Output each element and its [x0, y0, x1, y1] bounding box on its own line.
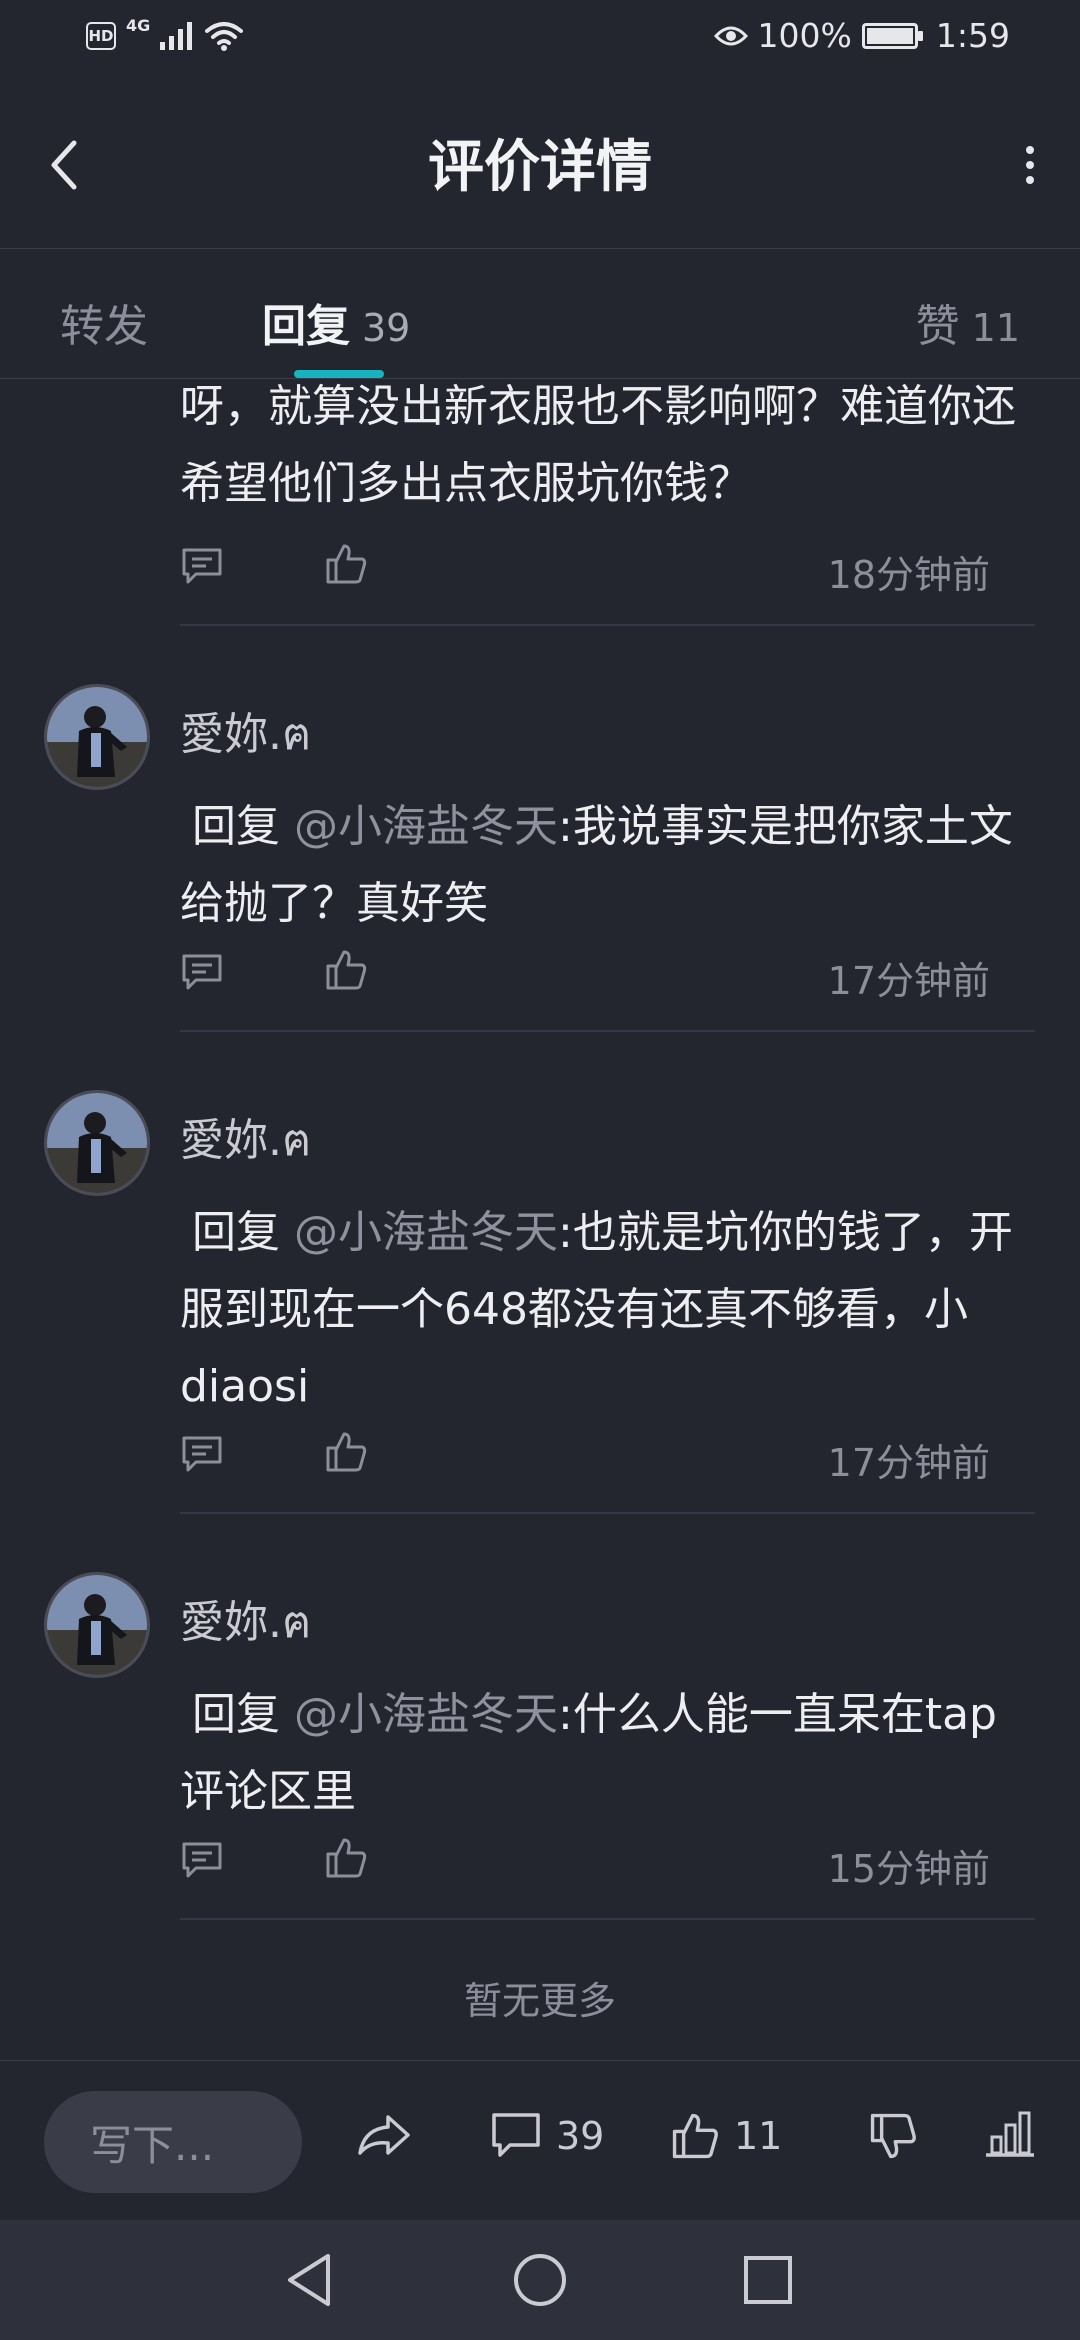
- like-count: 11: [734, 2114, 783, 2158]
- reply-prefix: 回复: [192, 1207, 280, 1258]
- reply-list[interactable]: 呀，就算没出新衣服也不影响啊？难道你还希望他们多出点衣服坑你钱？ 18分钟前 愛…: [0, 378, 1080, 2058]
- comment-icon: [492, 2113, 540, 2157]
- write-reply-input[interactable]: 写下...: [44, 2091, 302, 2193]
- status-right: 100% 1:59: [713, 16, 1010, 55]
- reply-text: 回复 @小海盐冬天:我说事实是把你家土文给抛了？真好笑: [180, 788, 1040, 942]
- stats-button[interactable]: [984, 2111, 1036, 2157]
- reply-text: 呀，就算没出新衣服也不影响啊？难道你还希望他们多出点衣服坑你钱？: [180, 381, 1016, 509]
- clock: 1:59: [935, 16, 1010, 55]
- mention-link[interactable]: @小海盐冬天: [294, 1207, 558, 1258]
- avatar-image: [47, 687, 147, 787]
- reply-time: 17分钟前: [827, 1441, 990, 1485]
- nav-back-icon[interactable]: [284, 2250, 334, 2310]
- network-type: 4G: [126, 16, 151, 35]
- thumb-down-icon: [870, 2113, 916, 2159]
- status-bar: HD 4G 100% 1:59: [0, 0, 1080, 80]
- reply-text: 回复 @小海盐冬天:什么人能一直呆在tap评论区里: [180, 1676, 1040, 1830]
- avatar-image: [47, 1575, 147, 1675]
- dislike-button[interactable]: [868, 2111, 918, 2161]
- mention-link[interactable]: @小海盐冬天: [294, 1689, 558, 1740]
- reply-prefix: 回复: [192, 1689, 280, 1740]
- avatar[interactable]: [44, 684, 150, 790]
- reply-actions: 17分钟前: [180, 1430, 990, 1485]
- hd-badge: HD: [86, 22, 116, 50]
- tab-forward[interactable]: 转发: [60, 290, 148, 354]
- wifi-icon: [205, 22, 244, 51]
- comment-icon[interactable]: [180, 952, 224, 992]
- thumb-up-icon[interactable]: [324, 542, 368, 586]
- tab-like[interactable]: 赞 11: [916, 290, 1020, 354]
- thumb-up-icon[interactable]: [324, 1836, 368, 1880]
- like-count-button[interactable]: 11: [670, 2111, 782, 2161]
- thumb-up-icon: [672, 2113, 718, 2159]
- signal-icon: [160, 22, 193, 50]
- reply-actions: 15分钟前: [180, 1836, 990, 1891]
- divider: [180, 1512, 1035, 1514]
- thumb-up-icon[interactable]: [324, 1430, 368, 1474]
- tab-like-count: 11: [971, 306, 1020, 350]
- comment-icon[interactable]: [180, 546, 224, 586]
- page-title: 评价详情: [428, 135, 652, 200]
- avatar-image: [47, 1093, 147, 1193]
- reply-time: 17分钟前: [827, 959, 990, 1003]
- reply-actions: 18分钟前: [180, 542, 990, 597]
- reply-time: 15分钟前: [827, 1847, 990, 1891]
- avatar[interactable]: [44, 1572, 150, 1678]
- divider: [180, 1030, 1035, 1032]
- comment-icon[interactable]: [180, 1840, 224, 1880]
- username[interactable]: 愛妳.ฅ: [180, 698, 311, 769]
- divider: [180, 1918, 1035, 1920]
- reply-time: 18分钟前: [827, 553, 990, 597]
- status-left: HD 4G: [86, 16, 244, 52]
- tab-reply[interactable]: 回复 39: [262, 290, 410, 354]
- battery-icon: [861, 22, 923, 49]
- comment-count: 39: [556, 2114, 605, 2158]
- nav-home-icon[interactable]: [512, 2250, 568, 2310]
- share-icon: [358, 2115, 410, 2155]
- reply-text: 回复 @小海盐冬天:也就是坑你的钱了，开服到现在一个648都没有还真不够看，小d…: [180, 1194, 1040, 1425]
- battery-percent: 100%: [757, 16, 852, 55]
- nav-recents-icon[interactable]: [742, 2250, 794, 2310]
- comment-count-button[interactable]: 39: [490, 2111, 604, 2161]
- thumb-up-icon[interactable]: [324, 948, 368, 992]
- bottom-action-bar: 写下... 39 11: [0, 2060, 1080, 2221]
- system-nav-bar: [0, 2220, 1080, 2340]
- stats-icon: [986, 2111, 1034, 2157]
- comment-icon[interactable]: [180, 1434, 224, 1474]
- divider: [180, 624, 1035, 626]
- mention-link[interactable]: @小海盐冬天: [294, 801, 558, 852]
- username[interactable]: 愛妳.ฅ: [180, 1104, 311, 1175]
- reply-prefix: 回复: [192, 801, 280, 852]
- more-vertical-icon[interactable]: [1020, 140, 1040, 190]
- tab-active-indicator: [294, 370, 384, 378]
- reply-actions: 17分钟前: [180, 948, 990, 1003]
- no-more-label: 暂无更多: [463, 1979, 616, 2023]
- app-header: 评价详情: [0, 80, 1080, 249]
- tab-bar: 转发 回复 39 赞 11: [0, 250, 1080, 379]
- avatar[interactable]: [44, 1090, 150, 1196]
- tab-forward-label: 转发: [60, 301, 148, 352]
- eye-icon: [713, 26, 748, 45]
- username[interactable]: 愛妳.ฅ: [180, 1586, 311, 1657]
- tab-reply-count: 39: [362, 306, 411, 350]
- share-button[interactable]: [356, 2111, 412, 2159]
- tab-reply-label: 回复: [262, 301, 350, 352]
- tab-like-label: 赞: [915, 301, 960, 352]
